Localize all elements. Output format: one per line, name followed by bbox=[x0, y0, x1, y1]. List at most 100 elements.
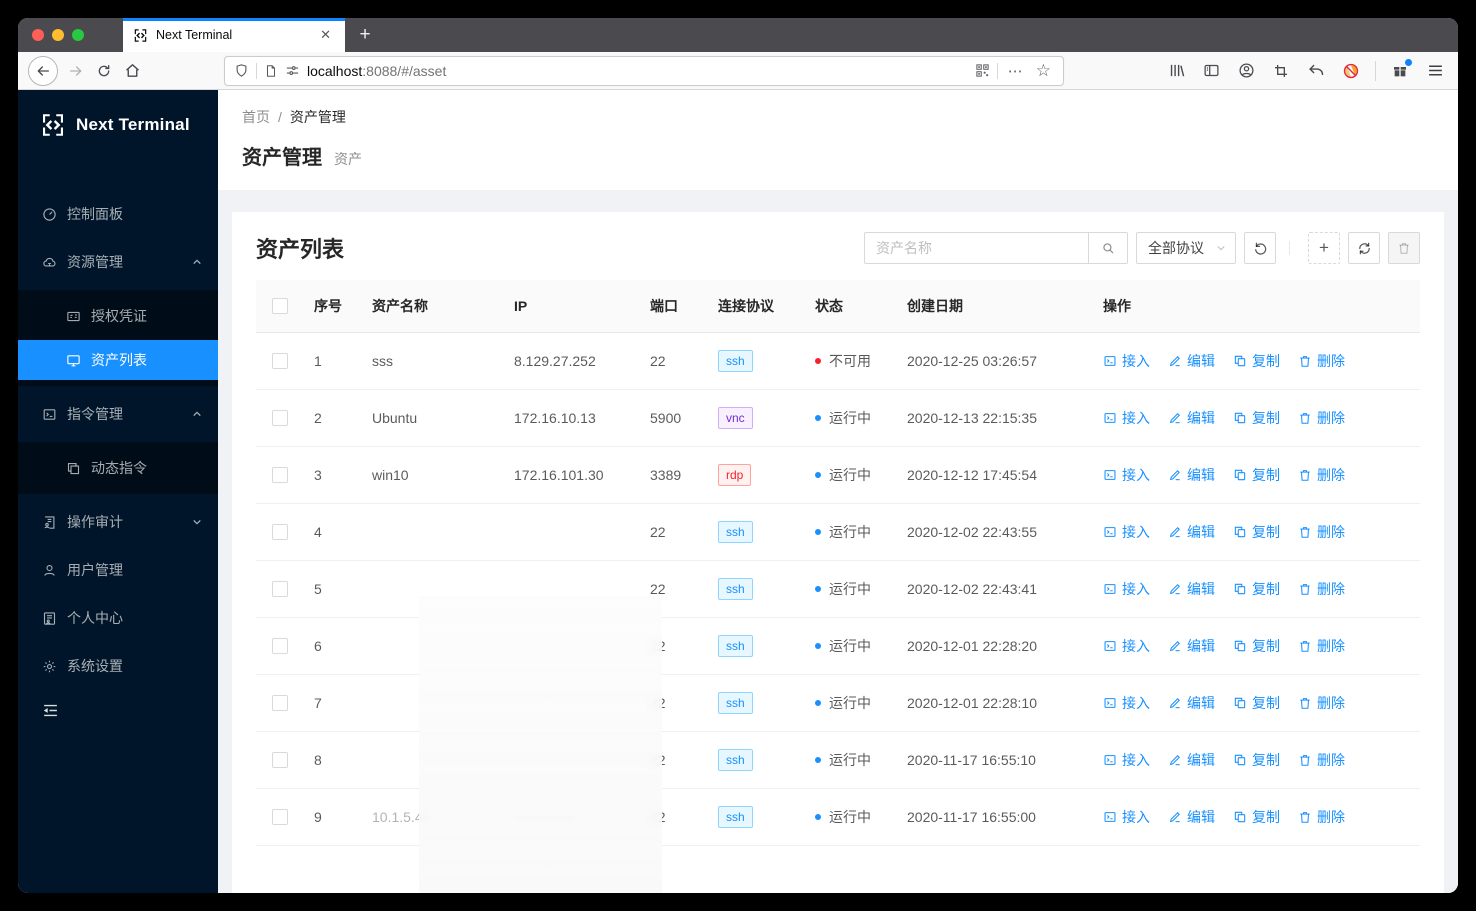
browser-window: Next Terminal ✕ + localhost:8088/#/asset… bbox=[18, 18, 1458, 893]
edit-action[interactable]: 编辑 bbox=[1168, 693, 1215, 713]
connect-action[interactable]: 接入 bbox=[1103, 579, 1150, 599]
forward-icon[interactable] bbox=[62, 57, 90, 85]
sync-icon bbox=[1357, 241, 1372, 256]
batch-delete-button[interactable] bbox=[1388, 232, 1420, 264]
url-text: localhost:8088/#/asset bbox=[307, 63, 968, 79]
minimize-window-button[interactable] bbox=[52, 29, 64, 41]
whats-new-gift-icon[interactable] bbox=[1387, 57, 1413, 85]
connect-action[interactable]: 接入 bbox=[1103, 522, 1150, 542]
zoom-window-button[interactable] bbox=[72, 29, 84, 41]
permissions-icon[interactable] bbox=[285, 63, 300, 78]
sidebar-collapse[interactable] bbox=[18, 702, 218, 719]
search-input[interactable] bbox=[864, 232, 1088, 264]
connect-action[interactable]: 接入 bbox=[1103, 636, 1150, 656]
shield-icon[interactable] bbox=[234, 63, 249, 78]
tab-close-icon[interactable]: ✕ bbox=[316, 25, 335, 45]
edit-action[interactable]: 编辑 bbox=[1168, 522, 1215, 542]
sidebar-item-credentials[interactable]: 授权凭证 bbox=[18, 296, 218, 336]
page-actions-icon[interactable]: ⋯ bbox=[1005, 62, 1026, 80]
url-bar[interactable]: localhost:8088/#/asset ⋯ ☆ bbox=[224, 55, 1064, 86]
close-window-button[interactable] bbox=[32, 29, 44, 41]
copy-action[interactable]: 复制 bbox=[1233, 579, 1280, 599]
edit-action[interactable]: 编辑 bbox=[1168, 750, 1215, 770]
sidebar-item-commands[interactable]: 指令管理 bbox=[18, 394, 218, 434]
delete-action[interactable]: 删除 bbox=[1298, 465, 1345, 485]
copy-action[interactable]: 复制 bbox=[1233, 465, 1280, 485]
home-icon[interactable] bbox=[118, 57, 146, 85]
back-icon[interactable] bbox=[28, 55, 58, 86]
blocked-extension-icon[interactable] bbox=[1338, 57, 1364, 85]
breadcrumb-home[interactable]: 首页 bbox=[242, 107, 270, 127]
copy-action[interactable]: 复制 bbox=[1233, 693, 1280, 713]
sidebar-item-dashboard[interactable]: 控制面板 bbox=[18, 194, 218, 234]
reload-icon[interactable] bbox=[90, 57, 118, 85]
sidebar-item-users[interactable]: 用户管理 bbox=[18, 550, 218, 590]
add-asset-button[interactable]: + bbox=[1308, 232, 1340, 264]
select-all-checkbox[interactable] bbox=[272, 297, 288, 314]
refresh-button[interactable] bbox=[1348, 232, 1380, 264]
row-checkbox[interactable] bbox=[272, 409, 288, 426]
audit-icon bbox=[42, 515, 57, 530]
account-icon[interactable] bbox=[1233, 57, 1259, 85]
row-checkbox[interactable] bbox=[272, 751, 288, 768]
connect-action[interactable]: 接入 bbox=[1103, 351, 1150, 371]
menu-hamburger-icon[interactable] bbox=[1422, 57, 1448, 85]
copy-action[interactable]: 复制 bbox=[1233, 408, 1280, 428]
edit-action[interactable]: 编辑 bbox=[1168, 351, 1215, 371]
connect-action[interactable]: 接入 bbox=[1103, 807, 1150, 827]
sidebar-item-settings[interactable]: 系统设置 bbox=[18, 646, 218, 686]
copy-icon bbox=[1234, 754, 1246, 765]
page-info-icon[interactable] bbox=[264, 64, 278, 78]
protocol-filter-select[interactable]: 全部协议 bbox=[1136, 232, 1236, 264]
connect-action[interactable]: 接入 bbox=[1103, 750, 1150, 770]
delete-action[interactable]: 删除 bbox=[1298, 636, 1345, 656]
library-icon[interactable] bbox=[1163, 57, 1189, 85]
delete-action[interactable]: 删除 bbox=[1298, 579, 1345, 599]
sidebar-toggle-icon[interactable] bbox=[1198, 57, 1224, 85]
qr-scan-icon[interactable] bbox=[975, 63, 990, 78]
delete-action[interactable]: 删除 bbox=[1298, 408, 1345, 428]
row-checkbox[interactable] bbox=[272, 580, 288, 597]
row-checkbox[interactable] bbox=[272, 637, 288, 654]
connect-action[interactable]: 接入 bbox=[1103, 693, 1150, 713]
screenshot-crop-icon[interactable] bbox=[1268, 57, 1294, 85]
row-checkbox[interactable] bbox=[272, 808, 288, 825]
row-checkbox[interactable] bbox=[272, 523, 288, 540]
search-icon[interactable] bbox=[1088, 232, 1128, 264]
sidebar-item-asset-list[interactable]: 资产列表 bbox=[18, 340, 218, 380]
browser-tab[interactable]: Next Terminal ✕ bbox=[123, 18, 345, 52]
app-logo[interactable]: Next Terminal bbox=[18, 90, 218, 160]
cell-no: 6 bbox=[306, 617, 364, 675]
undo-extension-icon[interactable] bbox=[1303, 57, 1329, 85]
delete-action[interactable]: 删除 bbox=[1298, 522, 1345, 542]
sidebar-item-profile[interactable]: 个人中心 bbox=[18, 598, 218, 638]
row-checkbox[interactable] bbox=[272, 352, 288, 369]
copy-action[interactable]: 复制 bbox=[1233, 522, 1280, 542]
copy-action[interactable]: 复制 bbox=[1233, 807, 1280, 827]
edit-action[interactable]: 编辑 bbox=[1168, 408, 1215, 428]
new-tab-button[interactable]: + bbox=[345, 18, 385, 52]
sidebar-item-resources[interactable]: 资源管理 bbox=[18, 242, 218, 282]
resources-submenu: 授权凭证 资产列表 bbox=[18, 290, 218, 386]
row-checkbox[interactable] bbox=[272, 694, 288, 711]
copy-action[interactable]: 复制 bbox=[1233, 750, 1280, 770]
edit-action[interactable]: 编辑 bbox=[1168, 807, 1215, 827]
sidebar-item-audit[interactable]: 操作审计 bbox=[18, 502, 218, 542]
block-icon bbox=[66, 461, 81, 476]
copy-action[interactable]: 复制 bbox=[1233, 636, 1280, 656]
delete-action[interactable]: 删除 bbox=[1298, 693, 1345, 713]
edit-action[interactable]: 编辑 bbox=[1168, 636, 1215, 656]
delete-action[interactable]: 删除 bbox=[1298, 750, 1345, 770]
copy-action[interactable]: 复制 bbox=[1233, 351, 1280, 371]
delete-action[interactable]: 删除 bbox=[1298, 807, 1345, 827]
edit-action[interactable]: 编辑 bbox=[1168, 579, 1215, 599]
connect-action[interactable]: 接入 bbox=[1103, 408, 1150, 428]
reset-button[interactable] bbox=[1244, 232, 1276, 264]
row-checkbox[interactable] bbox=[272, 466, 288, 483]
delete-action[interactable]: 删除 bbox=[1298, 351, 1345, 371]
edit-action[interactable]: 编辑 bbox=[1168, 465, 1215, 485]
bookmark-star-icon[interactable]: ☆ bbox=[1033, 61, 1054, 81]
connect-action[interactable]: 接入 bbox=[1103, 465, 1150, 485]
cell-asset-name bbox=[364, 617, 506, 675]
sidebar-item-dynamic-commands[interactable]: 动态指令 bbox=[18, 448, 218, 488]
